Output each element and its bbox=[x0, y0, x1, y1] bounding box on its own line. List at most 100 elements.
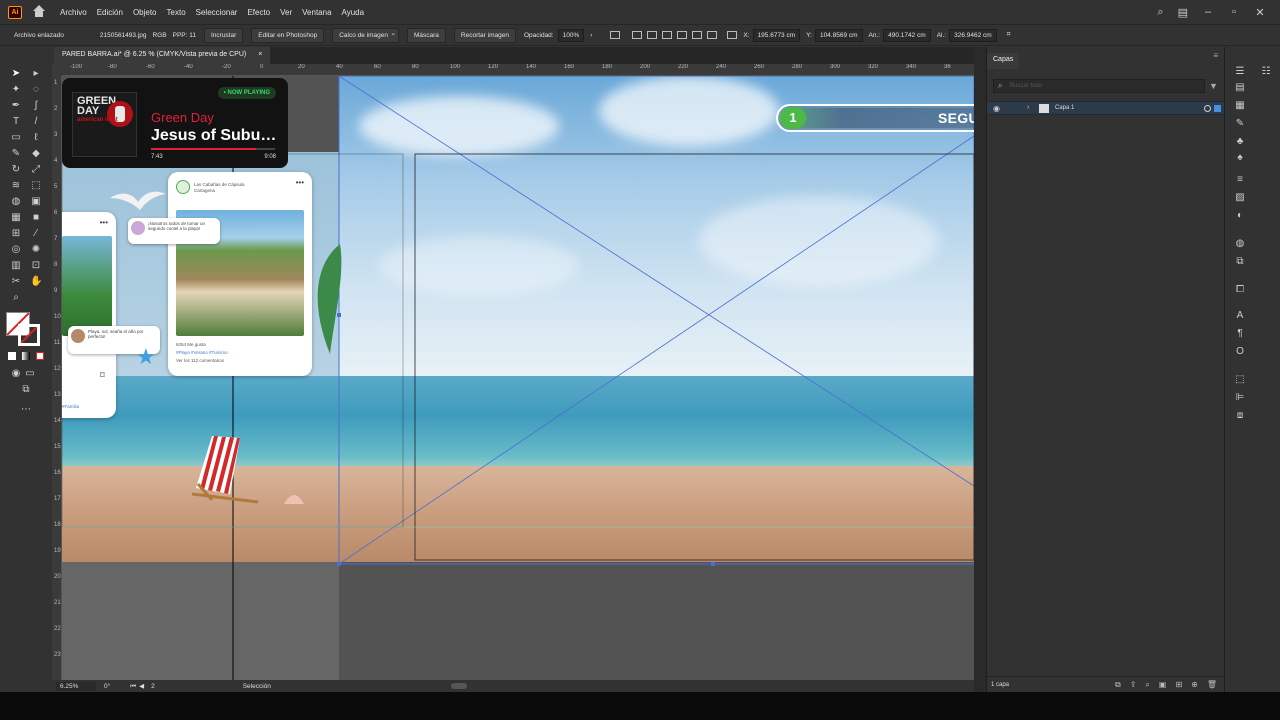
selection-indicator[interactable] bbox=[1214, 105, 1221, 112]
linked-filename[interactable]: 2150561493.jpg bbox=[100, 32, 147, 39]
embed-button[interactable]: Incrustar bbox=[203, 27, 244, 43]
width-tool-icon[interactable]: ≋ bbox=[10, 180, 22, 192]
new-layer-icon[interactable]: ⊕ bbox=[1191, 680, 1198, 690]
align-top-icon[interactable] bbox=[677, 31, 688, 39]
crop-image-button[interactable]: Recortar imagen bbox=[453, 27, 516, 43]
edit-toolbar-icon[interactable]: ⋯ bbox=[20, 404, 32, 416]
shaper-tool-icon[interactable]: ✎ bbox=[10, 148, 22, 160]
transparency-icon[interactable]: ◐ bbox=[1233, 209, 1247, 223]
perspective-grid-tool-icon[interactable]: ▦ bbox=[10, 212, 22, 224]
x-input[interactable]: 195.6773 cm bbox=[752, 28, 801, 42]
y-input[interactable]: 104.8569 cm bbox=[814, 28, 863, 42]
vertical-ruler[interactable]: 1 2 3 4 5 6 7 8 9 10 11 12 13 14 15 16 17 18 19 20 21 22 23 bbox=[52, 76, 62, 680]
shape-builder-tool-icon[interactable]: ◍ bbox=[10, 196, 22, 208]
more-options-icon[interactable]: ••• bbox=[296, 178, 304, 187]
type-tool-icon[interactable]: T bbox=[10, 116, 22, 128]
change-screen-mode-icon[interactable]: ⧉ bbox=[20, 384, 32, 396]
rotate-tool-icon[interactable]: ↻ bbox=[10, 164, 22, 176]
reference-point-icon[interactable] bbox=[727, 31, 738, 39]
scale-tool-icon[interactable]: ⤢ bbox=[30, 164, 42, 176]
screen-mode-icon[interactable]: ▭ bbox=[24, 368, 36, 380]
stroke-swatch-icon[interactable] bbox=[18, 324, 40, 346]
panel-divider[interactable] bbox=[974, 47, 986, 692]
menu-efecto[interactable]: Efecto bbox=[247, 8, 270, 17]
height-input[interactable]: 326.9462 cm bbox=[949, 28, 997, 42]
artboard-canvas[interactable]: ••• #Familia ⌑ Las Cabañas de Cápsula Ca… bbox=[62, 76, 974, 680]
horizontal-ruler[interactable]: -100 -80 -60 -40 -20 0 20 40 60 80 100 120 140 160 180… bbox=[62, 64, 974, 76]
search-icon[interactable]: ⌕ bbox=[1157, 6, 1163, 19]
magic-wand-tool-icon[interactable]: ✦ bbox=[10, 84, 22, 96]
image-trace-dropdown[interactable]: Calco de imagen bbox=[332, 27, 399, 43]
arrange-documents-icon[interactable]: ▤ bbox=[1178, 6, 1188, 19]
menu-seleccionar[interactable]: Seleccionar bbox=[196, 8, 238, 17]
align-right-icon[interactable] bbox=[662, 31, 673, 39]
appearance-icon[interactable]: ☷ bbox=[1259, 65, 1273, 79]
layer-row[interactable]: ◉ › Capa 1 bbox=[987, 101, 1225, 115]
symbol-sprayer-tool-icon[interactable]: ✺ bbox=[30, 244, 42, 256]
pathfinder-icon[interactable]: ⧈ bbox=[1233, 409, 1247, 423]
transform-icon[interactable] bbox=[610, 31, 621, 39]
menu-ventana[interactable]: Ventana bbox=[302, 8, 331, 17]
layers-search-input[interactable]: ⌕ Buscar todo bbox=[993, 79, 1205, 93]
color-mode-icon[interactable] bbox=[8, 352, 16, 360]
brushes-icon[interactable]: ✎ bbox=[1233, 117, 1247, 131]
target-icon[interactable] bbox=[1204, 105, 1211, 112]
graphic-styles-icon[interactable]: ♠ bbox=[1233, 151, 1247, 165]
color-guide-icon[interactable]: ⧉ bbox=[1233, 255, 1247, 269]
horizontal-scrollbar[interactable] bbox=[450, 683, 467, 689]
filter-icon[interactable]: ▼ bbox=[1209, 81, 1218, 91]
menu-ayuda[interactable]: Ayuda bbox=[342, 8, 365, 17]
direct-selection-tool-icon[interactable]: ▸ bbox=[30, 68, 42, 80]
minimize-button[interactable]: – bbox=[1202, 6, 1214, 18]
collect-export-icon[interactable]: ⧉ bbox=[1115, 680, 1121, 690]
comments-link[interactable]: Ver los 112 comentarios bbox=[176, 358, 224, 363]
align-center-icon[interactable] bbox=[647, 31, 658, 39]
mesh-tool-icon[interactable]: ⊞ bbox=[10, 228, 22, 240]
none-mode-icon[interactable] bbox=[36, 352, 44, 360]
blend-tool-icon[interactable]: ◎ bbox=[10, 244, 22, 256]
opentype-icon[interactable]: O bbox=[1233, 345, 1247, 359]
delete-icon[interactable]: 🗑 bbox=[1207, 680, 1217, 690]
artboard-navigation[interactable]: ⏮◀ bbox=[130, 682, 147, 691]
line-tool-icon[interactable]: / bbox=[30, 116, 42, 128]
panel-menu-icon[interactable]: ≡ bbox=[1213, 51, 1218, 60]
symbols-icon[interactable]: ♣ bbox=[1233, 135, 1247, 149]
live-paint-tool-icon[interactable]: ▣ bbox=[30, 196, 42, 208]
home-icon[interactable] bbox=[32, 5, 46, 19]
mask-button[interactable]: Máscara bbox=[406, 27, 446, 43]
chevron-right-icon[interactable]: › bbox=[590, 32, 592, 39]
rectangle-tool-icon[interactable]: ▭ bbox=[10, 132, 22, 144]
export-icon[interactable]: ⇪ bbox=[1130, 680, 1137, 690]
more-options-icon[interactable]: ••• bbox=[100, 218, 108, 227]
align-middle-icon[interactable] bbox=[692, 31, 703, 39]
menu-archivo[interactable]: Archivo bbox=[60, 8, 87, 17]
menu-texto[interactable]: Texto bbox=[167, 8, 186, 17]
close-window-button[interactable]: ✕ bbox=[1254, 6, 1266, 19]
maximize-button[interactable]: ▫ bbox=[1228, 6, 1240, 18]
artboards-icon[interactable]: ⧠ bbox=[1233, 283, 1247, 297]
eyedropper-tool-icon[interactable]: ⁄ bbox=[30, 228, 42, 240]
align-panel-icon[interactable]: ⊫ bbox=[1233, 391, 1247, 405]
menu-ver[interactable]: Ver bbox=[280, 8, 292, 17]
width-input[interactable]: 490.1742 cm bbox=[883, 28, 931, 42]
slice-tool-icon[interactable]: ✂ bbox=[10, 276, 22, 288]
stroke-icon[interactable]: ≡ bbox=[1233, 173, 1247, 187]
opacity-input[interactable]: 100% bbox=[557, 28, 585, 42]
ruler-corner[interactable] bbox=[52, 64, 62, 76]
gradient-mode-icon[interactable] bbox=[22, 352, 30, 360]
libraries-icon[interactable]: ▤ bbox=[1233, 81, 1247, 95]
pen-tool-icon[interactable]: ✒ bbox=[10, 100, 22, 112]
locate-object-icon[interactable]: ⌕ bbox=[1145, 680, 1149, 690]
draw-mode-icon[interactable]: ◉ bbox=[10, 368, 22, 380]
layers-tab[interactable]: Capas bbox=[987, 53, 1020, 69]
zoom-tool-icon[interactable]: ⌕ bbox=[10, 292, 22, 304]
transform-options-icon[interactable]: ⌗ bbox=[1007, 31, 1011, 39]
free-transform-tool-icon[interactable]: ⬚ bbox=[30, 180, 42, 192]
current-tool-label[interactable]: Selección bbox=[243, 683, 271, 690]
curvature-tool-icon[interactable]: ∫ bbox=[30, 100, 42, 112]
transform-panel-icon[interactable]: ⬚ bbox=[1233, 373, 1247, 387]
color-icon[interactable]: ◍ bbox=[1233, 237, 1247, 251]
gradient-icon[interactable]: ▨ bbox=[1233, 191, 1247, 205]
zoom-level-input[interactable]: 6.25% bbox=[56, 681, 96, 691]
align-bottom-icon[interactable] bbox=[707, 31, 718, 39]
